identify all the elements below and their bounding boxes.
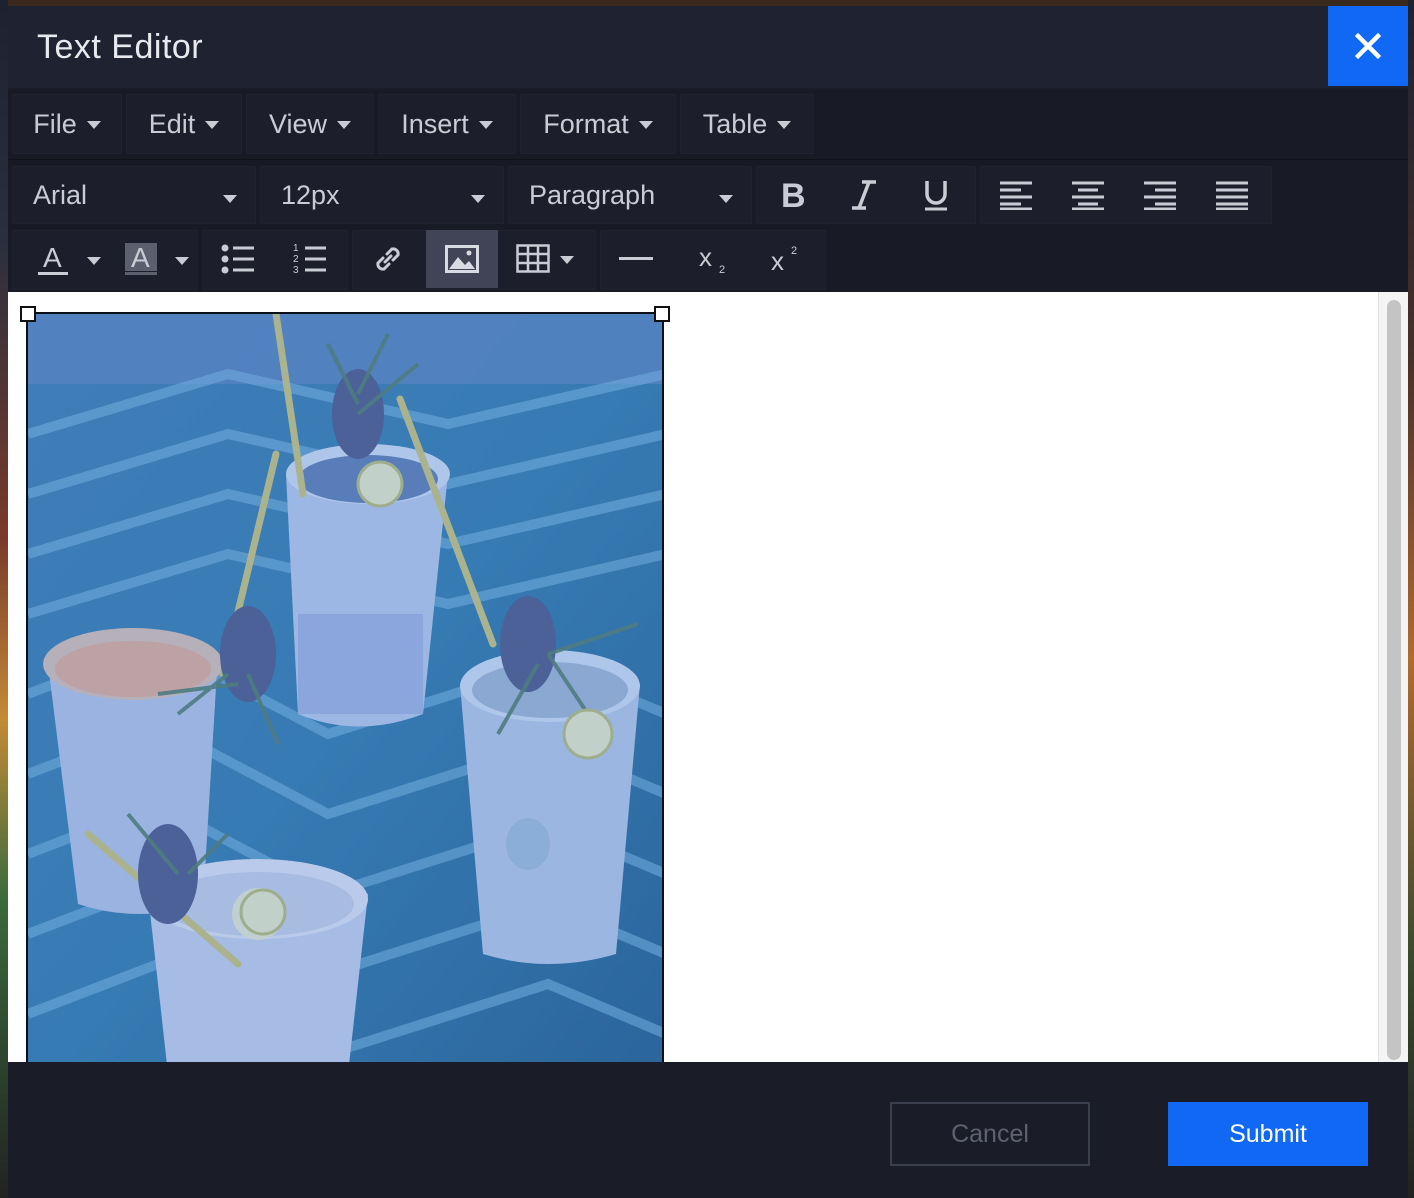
table-button[interactable] [502, 230, 592, 288]
menu-view[interactable]: View [246, 94, 374, 154]
link-icon [376, 247, 400, 271]
menu-insert-label: Insert [401, 108, 469, 139]
chevron-down-icon [777, 121, 792, 129]
svg-text:2: 2 [791, 245, 797, 257]
underline-icon [925, 181, 947, 211]
text-color-glyph: A [43, 242, 62, 273]
submit-button[interactable]: Submit [1168, 1102, 1368, 1166]
menu-file[interactable]: File [12, 94, 122, 154]
italic-button[interactable] [828, 166, 900, 224]
scrollbar-thumb[interactable] [1387, 300, 1401, 1060]
text-color-button[interactable]: A [24, 230, 110, 288]
font-size-value: 12px [281, 179, 340, 210]
bullet-list-button[interactable] [202, 230, 274, 288]
align-justify-button[interactable] [1196, 166, 1268, 224]
superscript-icon: x 2 [771, 245, 797, 276]
subscript-icon: x 2 [699, 242, 725, 276]
chevron-down-icon [205, 121, 220, 129]
align-left-button[interactable] [980, 166, 1052, 224]
superscript-glyph: x [771, 246, 784, 276]
menu-edit-label: Edit [148, 108, 196, 139]
font-size-select[interactable]: 12px [260, 166, 504, 224]
menu-edit[interactable]: Edit [126, 94, 242, 154]
svg-text:2: 2 [719, 264, 725, 276]
menu-insert[interactable]: Insert [378, 94, 516, 154]
chevron-down-icon [337, 121, 352, 129]
resize-handle-top-left[interactable] [20, 306, 36, 322]
align-left-icon [1000, 181, 1032, 210]
superscript-button[interactable]: x 2 [750, 230, 822, 288]
subscript-glyph: x [699, 242, 712, 272]
align-center-icon [1072, 181, 1104, 210]
block-format-value: Paragraph [529, 179, 656, 210]
menu-format-label: Format [543, 108, 629, 139]
cocktails-photo [28, 314, 662, 1062]
dialog-footer: Cancel Submit [8, 1062, 1408, 1198]
menu-view-label: View [268, 108, 328, 139]
editor-content-area[interactable] [8, 292, 1408, 1062]
menubar: File Edit View Insert Format Table [8, 90, 1408, 160]
bullet-list-icon [221, 244, 254, 274]
background-edge-right [1408, 0, 1414, 1198]
font-family-value: Arial [33, 179, 88, 210]
toolbar: Arial 12px Paragraph B A A 1 2 3 x 2 x 2 [8, 160, 1408, 292]
image-icon [445, 245, 479, 273]
svg-text:1: 1 [293, 243, 299, 254]
text-editor-dialog: Text Editor File Edit View Insert Format [8, 6, 1408, 1198]
bold-icon: B [781, 178, 806, 212]
resize-handle-top-right[interactable] [654, 306, 670, 322]
background-color-glyph: A [131, 242, 150, 273]
numbered-list-button[interactable]: 123 [274, 230, 346, 288]
italic-icon [852, 180, 876, 210]
block-format-select[interactable]: Paragraph [508, 166, 752, 224]
chevron-down-icon [471, 195, 485, 203]
menu-file-label: File [33, 108, 77, 139]
horizontal-rule-icon [619, 257, 653, 260]
background-edge-left [0, 0, 8, 1198]
svg-text:2: 2 [293, 254, 299, 265]
svg-text:B: B [781, 178, 806, 212]
align-right-icon [1144, 181, 1176, 210]
align-justify-icon [1216, 181, 1248, 210]
chevron-down-icon [223, 195, 237, 203]
menu-table-label: Table [702, 108, 768, 139]
chevron-down-icon [86, 121, 101, 129]
numbered-list-icon: 123 [293, 243, 326, 275]
dialog-titlebar: Text Editor [8, 6, 1408, 88]
underline-button[interactable] [900, 166, 972, 224]
svg-text:3: 3 [293, 265, 299, 275]
chevron-down-icon [478, 121, 493, 129]
close-icon [1355, 33, 1381, 59]
align-center-button[interactable] [1052, 166, 1124, 224]
chevron-down-icon [719, 195, 733, 203]
editor-scrollbar[interactable] [1378, 292, 1408, 1062]
link-button[interactable] [352, 230, 424, 288]
font-family-select[interactable]: Arial [12, 166, 256, 224]
inserted-image[interactable] [26, 312, 664, 1062]
image-button[interactable] [426, 230, 498, 288]
align-right-button[interactable] [1124, 166, 1196, 224]
table-icon [516, 244, 574, 273]
dialog-title: Text Editor [37, 28, 204, 66]
background-color-icon: A [125, 242, 189, 275]
close-button[interactable] [1328, 6, 1408, 86]
cancel-button[interactable]: Cancel [890, 1102, 1090, 1166]
chevron-down-icon [638, 121, 653, 129]
background-color-button[interactable]: A [112, 230, 198, 288]
bold-button[interactable]: B [756, 166, 828, 224]
menu-format[interactable]: Format [520, 94, 676, 154]
text-color-icon: A [38, 242, 101, 275]
subscript-button[interactable]: x 2 [678, 230, 750, 288]
menu-table[interactable]: Table [680, 94, 814, 154]
horizontal-rule-button[interactable] [600, 230, 672, 288]
